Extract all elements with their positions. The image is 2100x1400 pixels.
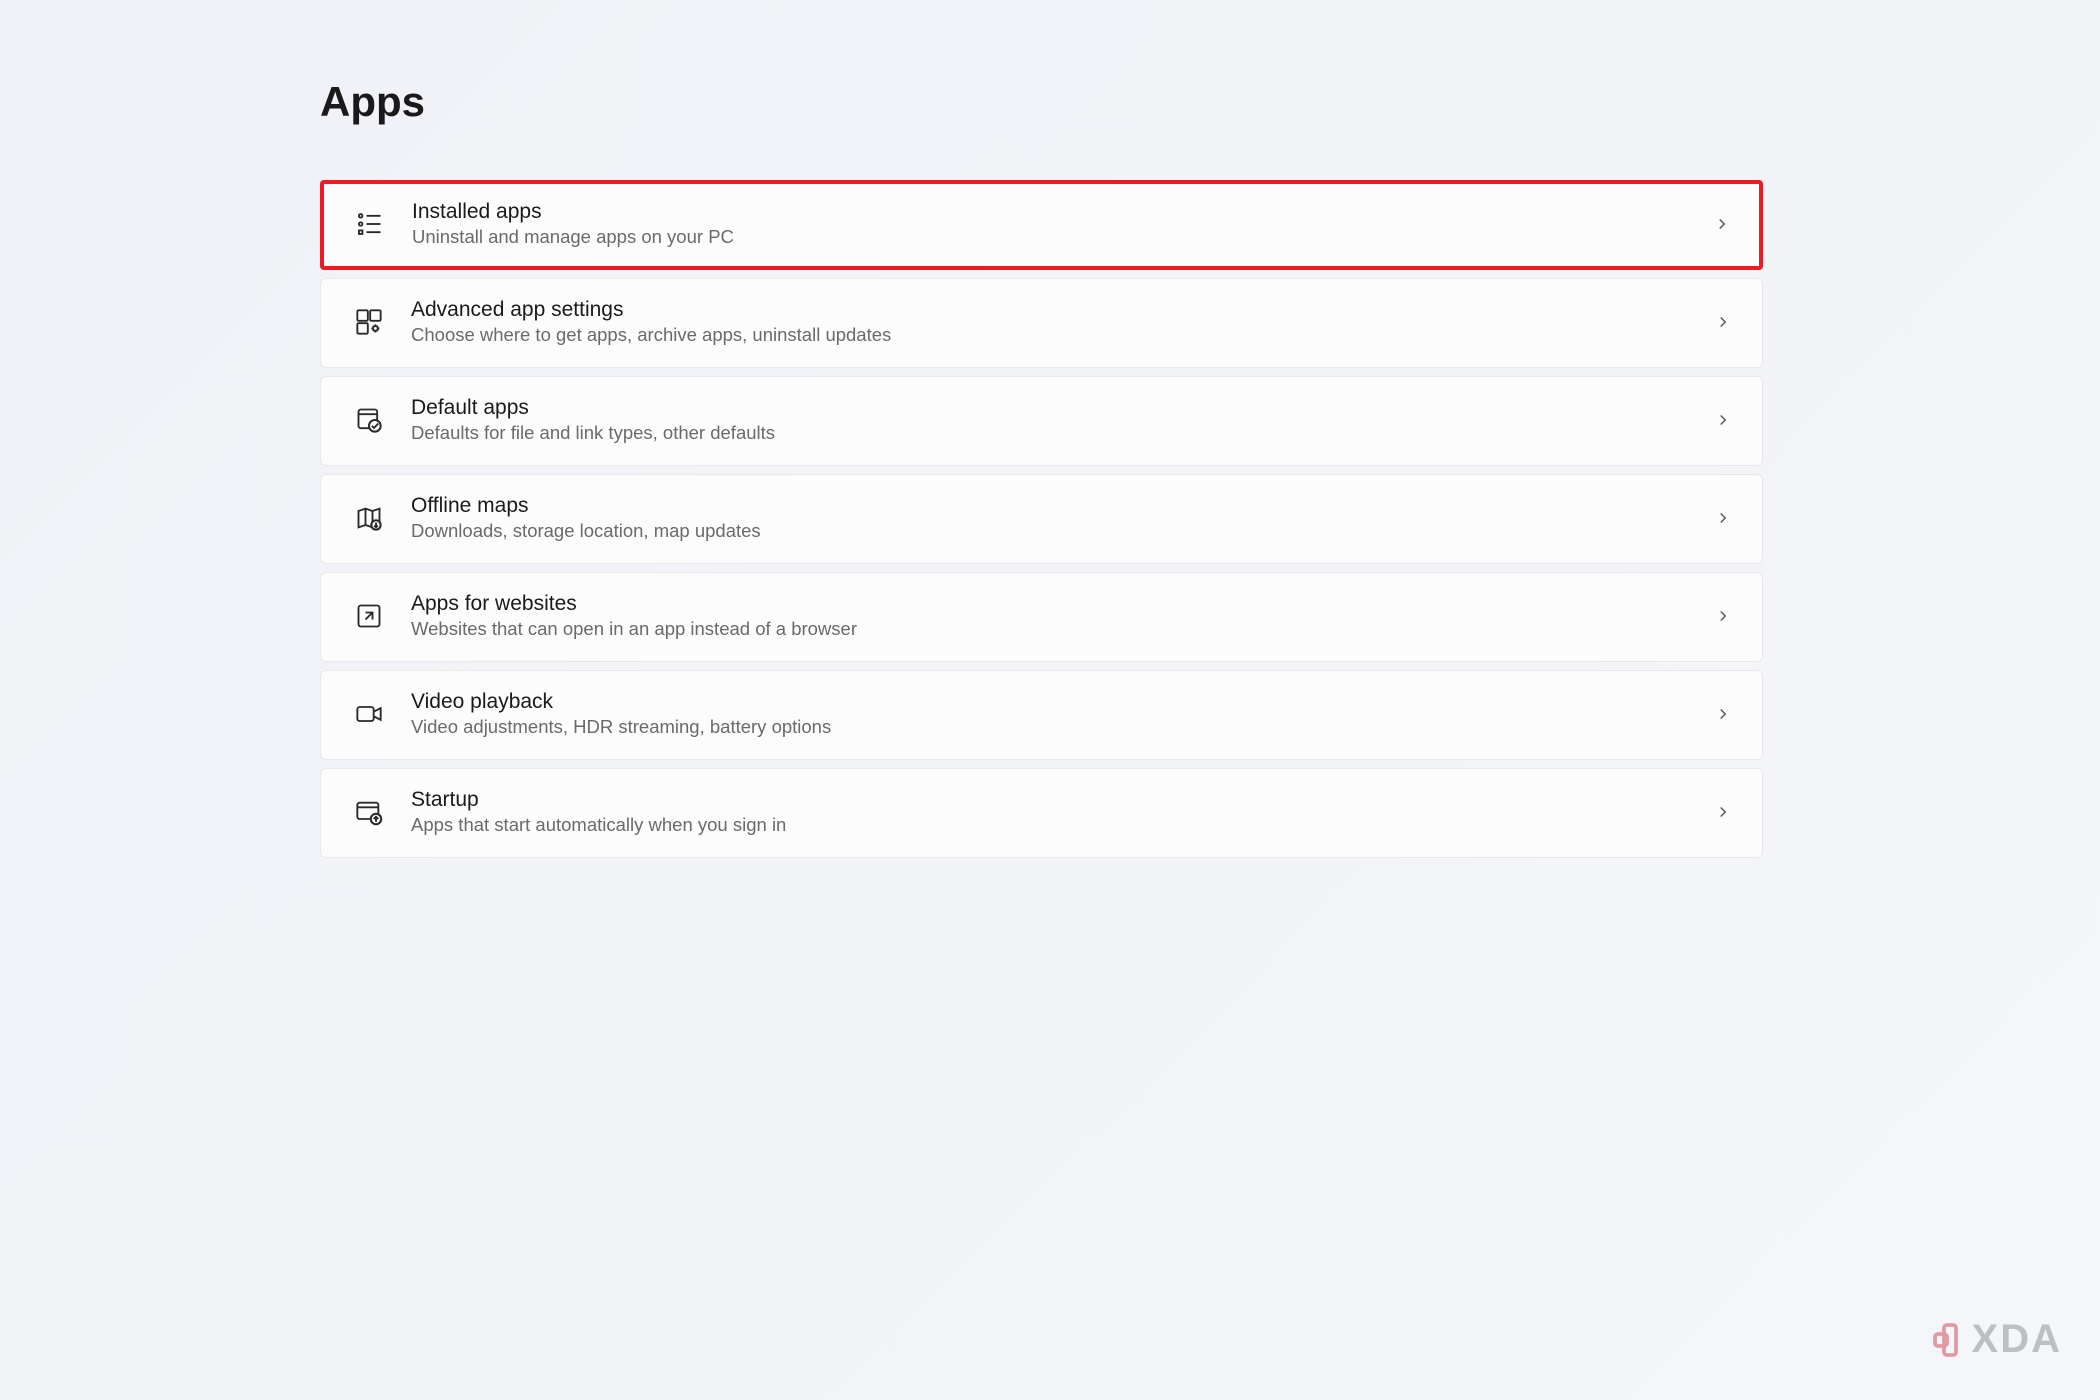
card-description: Defaults for file and link types, other … — [411, 422, 1714, 444]
card-text: Installed apps Uninstall and manage apps… — [412, 200, 1713, 248]
advanced-app-settings-card[interactable]: Advanced app settings Choose where to ge… — [320, 278, 1763, 368]
card-title: Advanced app settings — [411, 298, 1714, 322]
startup-icon — [353, 796, 385, 828]
chevron-right-icon — [1714, 705, 1732, 723]
advanced-app-settings-icon — [353, 306, 385, 338]
card-title: Video playback — [411, 690, 1714, 714]
default-apps-card[interactable]: Default apps Defaults for file and link … — [320, 376, 1763, 466]
card-description: Video adjustments, HDR streaming, batter… — [411, 716, 1714, 738]
card-text: Apps for websites Websites that can open… — [411, 592, 1714, 640]
card-title: Installed apps — [412, 200, 1713, 224]
xda-watermark: XDA — [1932, 1317, 2062, 1362]
card-text: Offline maps Downloads, storage location… — [411, 494, 1714, 542]
video-playback-icon — [353, 698, 385, 730]
chevron-right-icon — [1713, 215, 1731, 233]
card-title: Startup — [411, 788, 1714, 812]
installed-apps-icon — [354, 208, 386, 240]
card-description: Choose where to get apps, archive apps, … — [411, 324, 1714, 346]
watermark-text: XDA — [1972, 1317, 2062, 1362]
card-description: Uninstall and manage apps on your PC — [412, 226, 1713, 248]
chevron-right-icon — [1714, 607, 1732, 625]
chevron-right-icon — [1714, 411, 1732, 429]
startup-card[interactable]: Startup Apps that start automatically wh… — [320, 768, 1763, 858]
apps-for-websites-card[interactable]: Apps for websites Websites that can open… — [320, 572, 1763, 662]
card-description: Websites that can open in an app instead… — [411, 618, 1714, 640]
card-title: Offline maps — [411, 494, 1714, 518]
offline-maps-icon — [353, 502, 385, 534]
chevron-right-icon — [1714, 509, 1732, 527]
chevron-right-icon — [1714, 313, 1732, 331]
xda-logo-icon — [1932, 1322, 1968, 1358]
card-text: Default apps Defaults for file and link … — [411, 396, 1714, 444]
apps-for-websites-icon — [353, 600, 385, 632]
card-text: Startup Apps that start automatically wh… — [411, 788, 1714, 836]
page-title: Apps — [320, 78, 2100, 126]
video-playback-card[interactable]: Video playback Video adjustments, HDR st… — [320, 670, 1763, 760]
card-title: Default apps — [411, 396, 1714, 420]
chevron-right-icon — [1714, 803, 1732, 821]
default-apps-icon — [353, 404, 385, 436]
settings-list: Installed apps Uninstall and manage apps… — [320, 180, 1763, 858]
card-description: Apps that start automatically when you s… — [411, 814, 1714, 836]
card-title: Apps for websites — [411, 592, 1714, 616]
offline-maps-card[interactable]: Offline maps Downloads, storage location… — [320, 474, 1763, 564]
card-description: Downloads, storage location, map updates — [411, 520, 1714, 542]
card-text: Video playback Video adjustments, HDR st… — [411, 690, 1714, 738]
installed-apps-card[interactable]: Installed apps Uninstall and manage apps… — [320, 180, 1763, 270]
card-text: Advanced app settings Choose where to ge… — [411, 298, 1714, 346]
